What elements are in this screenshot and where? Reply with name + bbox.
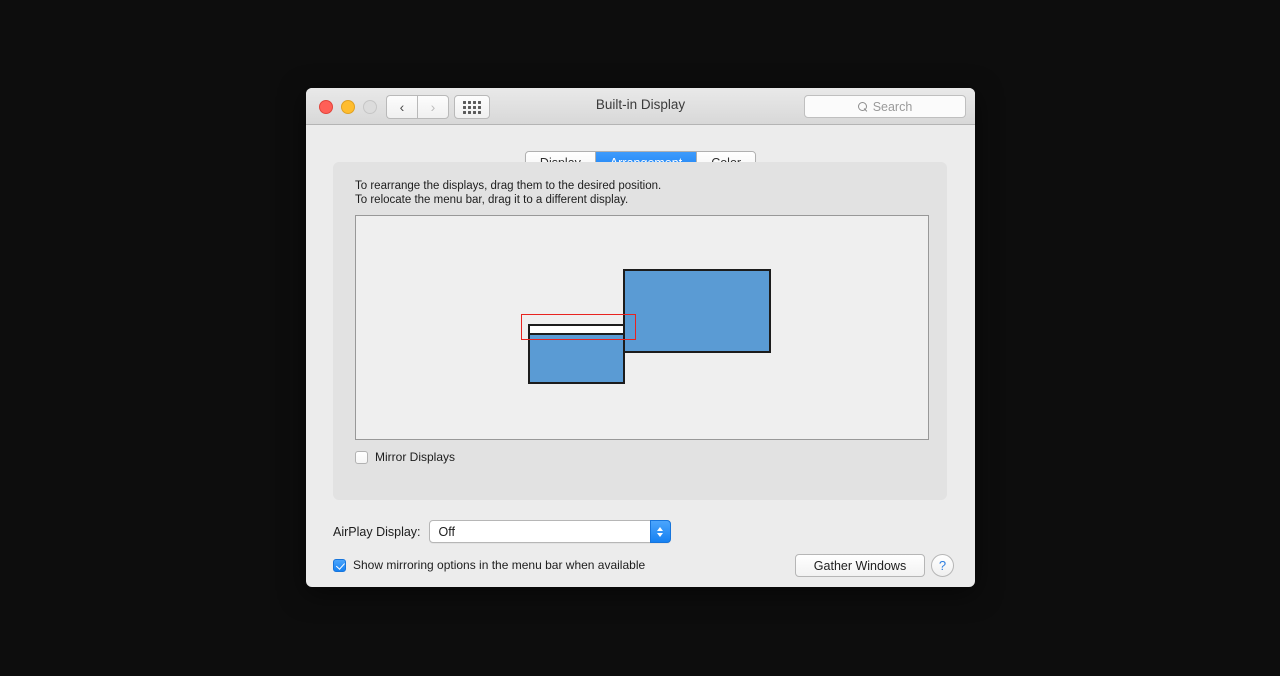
system-preferences-window: ‹ › Built-in Display Search Display Arra… — [306, 88, 975, 587]
window-titlebar: ‹ › Built-in Display Search — [306, 88, 975, 125]
instruction-line-1: To rearrange the displays, drag them to … — [355, 180, 662, 192]
mirror-displays-row[interactable]: Mirror Displays — [355, 450, 455, 464]
chevron-up-icon — [657, 526, 664, 531]
arrangement-canvas[interactable] — [355, 215, 929, 440]
search-icon — [857, 101, 868, 112]
instruction-line-2: To relocate the menu bar, drag it to a d… — [355, 194, 629, 206]
stepper-arrows-icon[interactable] — [649, 520, 671, 543]
search-placeholder: Search — [872, 99, 913, 114]
instructions-text: To rearrange the displays, drag them to … — [355, 179, 661, 207]
gather-windows-button[interactable]: Gather Windows — [795, 554, 925, 577]
airplay-display-select[interactable]: Off — [428, 520, 671, 543]
show-mirroring-checkbox[interactable] — [333, 558, 346, 572]
search-input[interactable]: Search — [804, 95, 966, 118]
display-rect-left[interactable] — [528, 324, 625, 384]
arrangement-panel: To rearrange the displays, drag them to … — [333, 162, 947, 500]
help-button[interactable]: ? — [931, 554, 954, 577]
mirror-displays-label: Mirror Displays — [375, 450, 456, 464]
airplay-display-value: Off — [438, 524, 455, 539]
show-mirroring-label: Show mirroring options in the menu bar w… — [353, 558, 646, 572]
chevron-down-icon — [657, 532, 664, 537]
show-mirroring-row[interactable]: Show mirroring options in the menu bar w… — [333, 558, 645, 572]
display-rect-right[interactable] — [623, 269, 771, 353]
airplay-display-row: AirPlay Display: Off — [333, 520, 671, 543]
mirror-displays-checkbox[interactable] — [355, 450, 368, 464]
menu-bar-strip[interactable] — [530, 326, 623, 335]
airplay-display-label: AirPlay Display: — [333, 524, 421, 539]
